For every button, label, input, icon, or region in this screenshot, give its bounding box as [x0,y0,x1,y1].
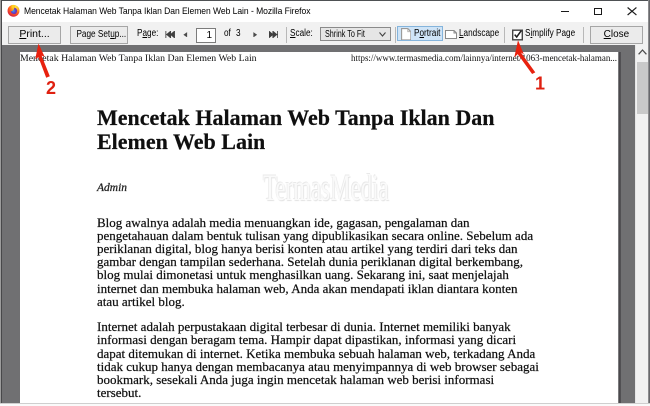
svg-text:2: 2 [46,78,56,98]
svg-text:1: 1 [535,74,545,94]
